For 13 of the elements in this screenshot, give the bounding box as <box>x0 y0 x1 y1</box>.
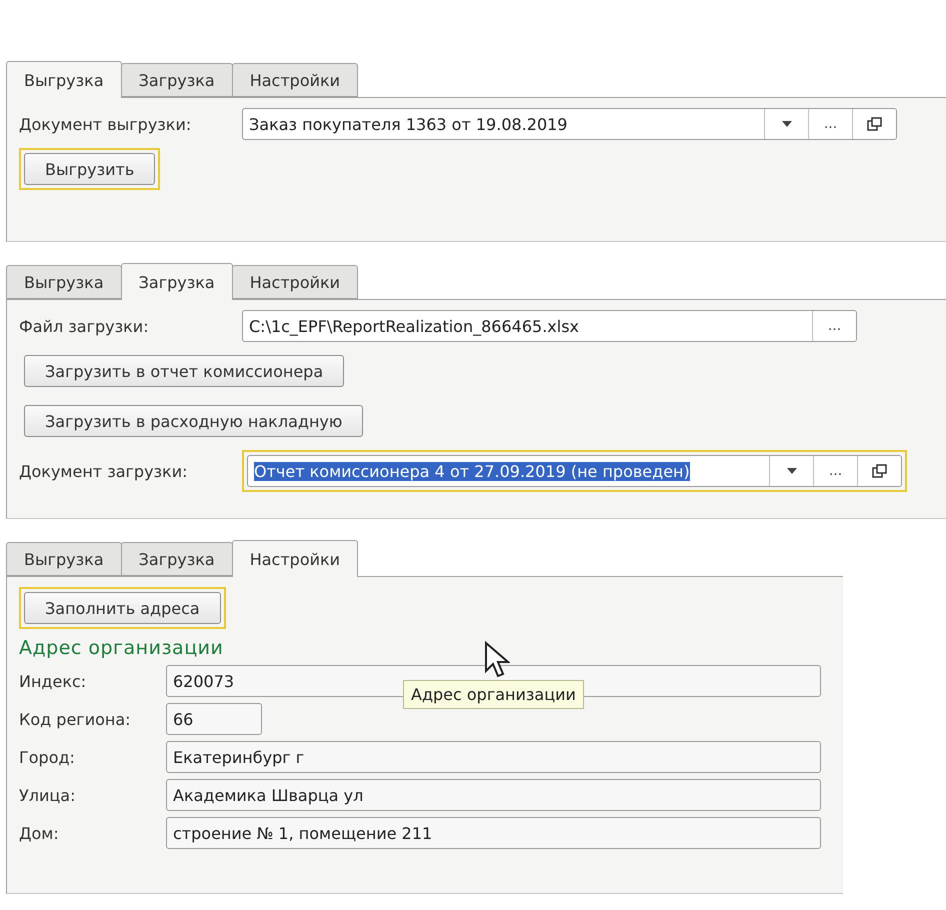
field-label: Город: <box>19 748 76 766</box>
tooltip: Адрес организации <box>403 680 584 709</box>
field-label: Индекс: <box>19 672 88 690</box>
field-label: Улица: <box>19 786 76 804</box>
field-value: Отчет комиссионера 4 от 27.09.2019 (не проведен) <box>254 462 690 480</box>
field-label: Документ загрузки: <box>19 462 189 480</box>
field-label: Документ выгрузки: <box>19 114 192 134</box>
field-value: C:\1c_EPF\ReportRealization_866465.xlsx <box>248 316 580 336</box>
field-label: Файл загрузки: <box>19 316 150 336</box>
field-label: Код региона: <box>19 710 132 728</box>
section-heading: Адрес организации <box>19 637 224 659</box>
field-value: Заказ покупателя 1363 от 19.08.2019 <box>249 114 568 134</box>
field-label: Дом: <box>19 824 60 842</box>
